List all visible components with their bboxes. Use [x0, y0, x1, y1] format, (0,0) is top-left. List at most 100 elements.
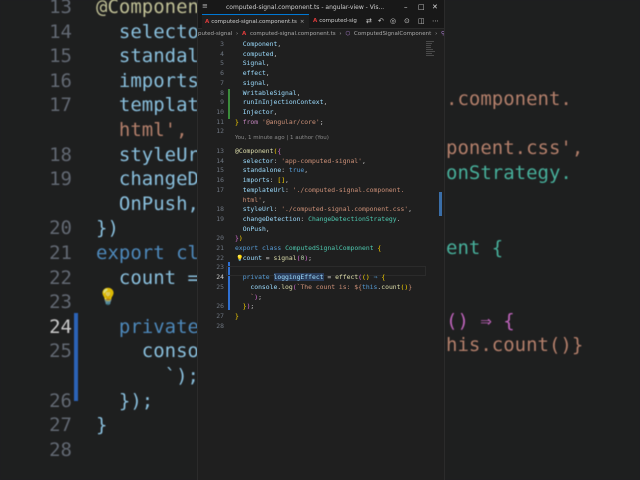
- background-line-number: 14: [49, 20, 72, 43]
- scrollbar-thumb[interactable]: [439, 192, 442, 216]
- tab-computed-signal-component[interactable]: Acomputed-signal.component.ts ×: [202, 14, 309, 29]
- close-window-icon[interactable]: ✕: [432, 3, 438, 11]
- minimize-icon[interactable]: –: [404, 3, 408, 11]
- line-number: 18: [216, 205, 224, 214]
- code-line[interactable]: 5 Signal,: [198, 59, 444, 69]
- code-line[interactable]: 17 templateUrl: './computed-signal.compo…: [198, 186, 444, 196]
- background-code-line: });: [96, 389, 154, 412]
- code-line[interactable]: `);: [198, 293, 444, 303]
- code-editor[interactable]: You, 1 minute ago | 1 author (You) 💡 3 C…: [198, 40, 444, 480]
- window-title: computed-signal.component.ts - angular-v…: [226, 4, 385, 11]
- split-compare-icon[interactable]: ⇄: [366, 17, 372, 25]
- background-line-number: 24: [49, 315, 72, 338]
- git-graph-icon[interactable]: ⊙: [404, 17, 410, 25]
- split-editor-icon[interactable]: ◫: [418, 17, 425, 25]
- code-line[interactable]: 4 computed,: [198, 50, 444, 60]
- code-line[interactable]: 3 Component,: [198, 40, 444, 50]
- angular-file-icon: A: [313, 18, 318, 24]
- line-code: effect,: [242, 69, 270, 78]
- code-line[interactable]: OnPush,: [198, 225, 444, 235]
- line-code: } from '@angular/core';: [235, 117, 324, 126]
- code-line[interactable]: 16 imports: [],: [198, 176, 444, 186]
- minimap[interactable]: [426, 40, 438, 80]
- line-number: 6: [220, 69, 224, 78]
- background-code-line: export cla: [96, 242, 211, 264]
- code-line[interactable]: 9 runInInjectionContext,: [198, 98, 444, 108]
- line-code: private loggingEffect = effect(() ⇒ {: [242, 273, 386, 282]
- line-code: `);: [250, 292, 262, 301]
- menu-icon[interactable]: ≡: [202, 3, 210, 10]
- code-line[interactable]: 7 signal,: [198, 79, 444, 89]
- code-line[interactable]: 22 count = signal(0);: [198, 254, 444, 264]
- line-number: 20: [216, 234, 224, 243]
- background-line-number: 27: [49, 414, 72, 437]
- code-line[interactable]: 25 console.log(`The count is: ${this.cou…: [198, 283, 444, 293]
- code-line[interactable]: 6 effect,: [198, 69, 444, 79]
- code-line[interactable]: 13 @Component({: [198, 147, 444, 157]
- more-actions-icon[interactable]: ⋯: [432, 17, 439, 25]
- background-code-line: consol: [96, 340, 211, 363]
- tab-label: computed-signal.component.ts: [211, 19, 297, 25]
- background-code-line: html',: [96, 119, 188, 141]
- line-code: count = signal(0);: [242, 253, 313, 262]
- tab-computed-sig[interactable]: Acomputed-sig: [310, 14, 365, 28]
- code-line[interactable]: html',: [198, 196, 444, 206]
- code-line[interactable]: 8 WritableSignal,: [198, 89, 444, 99]
- code-line[interactable]: 10 Injector,: [198, 108, 444, 118]
- line-number: 19: [216, 214, 224, 223]
- code-line[interactable]: 11} from '@angular/core';: [198, 118, 444, 128]
- line-number: 14: [216, 156, 224, 165]
- code-line[interactable]: 19 changeDetection: ChangeDetectionStrat…: [198, 215, 444, 225]
- background-line-number: 20: [49, 217, 72, 240]
- line-code: selector: 'app-computed-signal',: [242, 156, 366, 165]
- background-code-fragment: ent {: [446, 237, 504, 259]
- background-line-number: 13: [49, 0, 72, 18]
- line-code: Injector,: [242, 107, 278, 116]
- line-code: Signal,: [242, 59, 270, 68]
- line-number: 3: [220, 40, 224, 48]
- code-line[interactable]: 27}: [198, 312, 444, 322]
- code-line[interactable]: 21 export class ComputedSignalComponent {: [198, 244, 444, 254]
- go-back-icon[interactable]: ↶: [378, 17, 384, 25]
- class-symbol-icon: ⬡: [345, 31, 351, 37]
- background-code-line: selector: [96, 20, 211, 43]
- background-line-number: 22: [49, 266, 72, 289]
- background-code-fragment: onStrategy.: [446, 162, 572, 184]
- angular-file-icon: A: [205, 19, 210, 25]
- breadcrumb-folder[interactable]: puted-signal: [198, 31, 232, 37]
- title-bar: ≡ computed-signal.component.ts - angular…: [198, 0, 444, 14]
- code-line[interactable]: 24 private loggingEffect = effect(() ⇒ {: [198, 273, 444, 283]
- background-code-line: OnPush,: [96, 192, 199, 215]
- line-code: Component,: [242, 40, 282, 48]
- chevron-right-icon: ›: [435, 31, 438, 37]
- background-code-line: styleUrl: [96, 143, 211, 166]
- line-number: 25: [216, 282, 224, 291]
- code-line[interactable]: 15 standalone: true,: [198, 166, 444, 176]
- maximize-icon[interactable]: □: [418, 3, 425, 11]
- breadcrumb-file[interactable]: computed-signal.component.ts: [250, 31, 336, 37]
- code-line[interactable]: 20}): [198, 234, 444, 244]
- line-number: 4: [220, 49, 224, 58]
- background-code-fragment: .component.: [446, 88, 572, 110]
- breadcrumb-class[interactable]: ComputedSignalComponent: [354, 31, 431, 37]
- code-line[interactable]: 23: [198, 263, 444, 273]
- close-tab-icon[interactable]: ×: [300, 19, 305, 25]
- background-line-number: 23: [49, 291, 72, 314]
- code-line[interactable]: 14 selector: 'app-computed-signal',: [198, 157, 444, 167]
- background-gutter: 13 14 15 16 17 18 19 20 21 22 23 24 25 26 27 28: [0, 0, 78, 480]
- line-number: 27: [216, 311, 224, 320]
- line-code: computed,: [242, 49, 278, 58]
- line-code: }: [235, 311, 239, 320]
- code-line[interactable]: 28: [198, 322, 444, 332]
- background-code-line: private: [96, 315, 199, 338]
- background-line-number: 18: [49, 143, 72, 166]
- line-code: imports: [],: [242, 176, 289, 185]
- code-line[interactable]: 26 });: [198, 302, 444, 312]
- code-line[interactable]: 18 styleUrl: './computed-signal.componen…: [198, 205, 444, 215]
- code-line[interactable]: 12: [198, 127, 444, 137]
- background-code-fragment: () ⇒ {: [446, 310, 515, 332]
- line-code: @Component({: [235, 147, 282, 155]
- line-code: }): [235, 234, 243, 243]
- source-control-icon[interactable]: ◎: [390, 17, 396, 25]
- background-line-number: 16: [49, 69, 72, 92]
